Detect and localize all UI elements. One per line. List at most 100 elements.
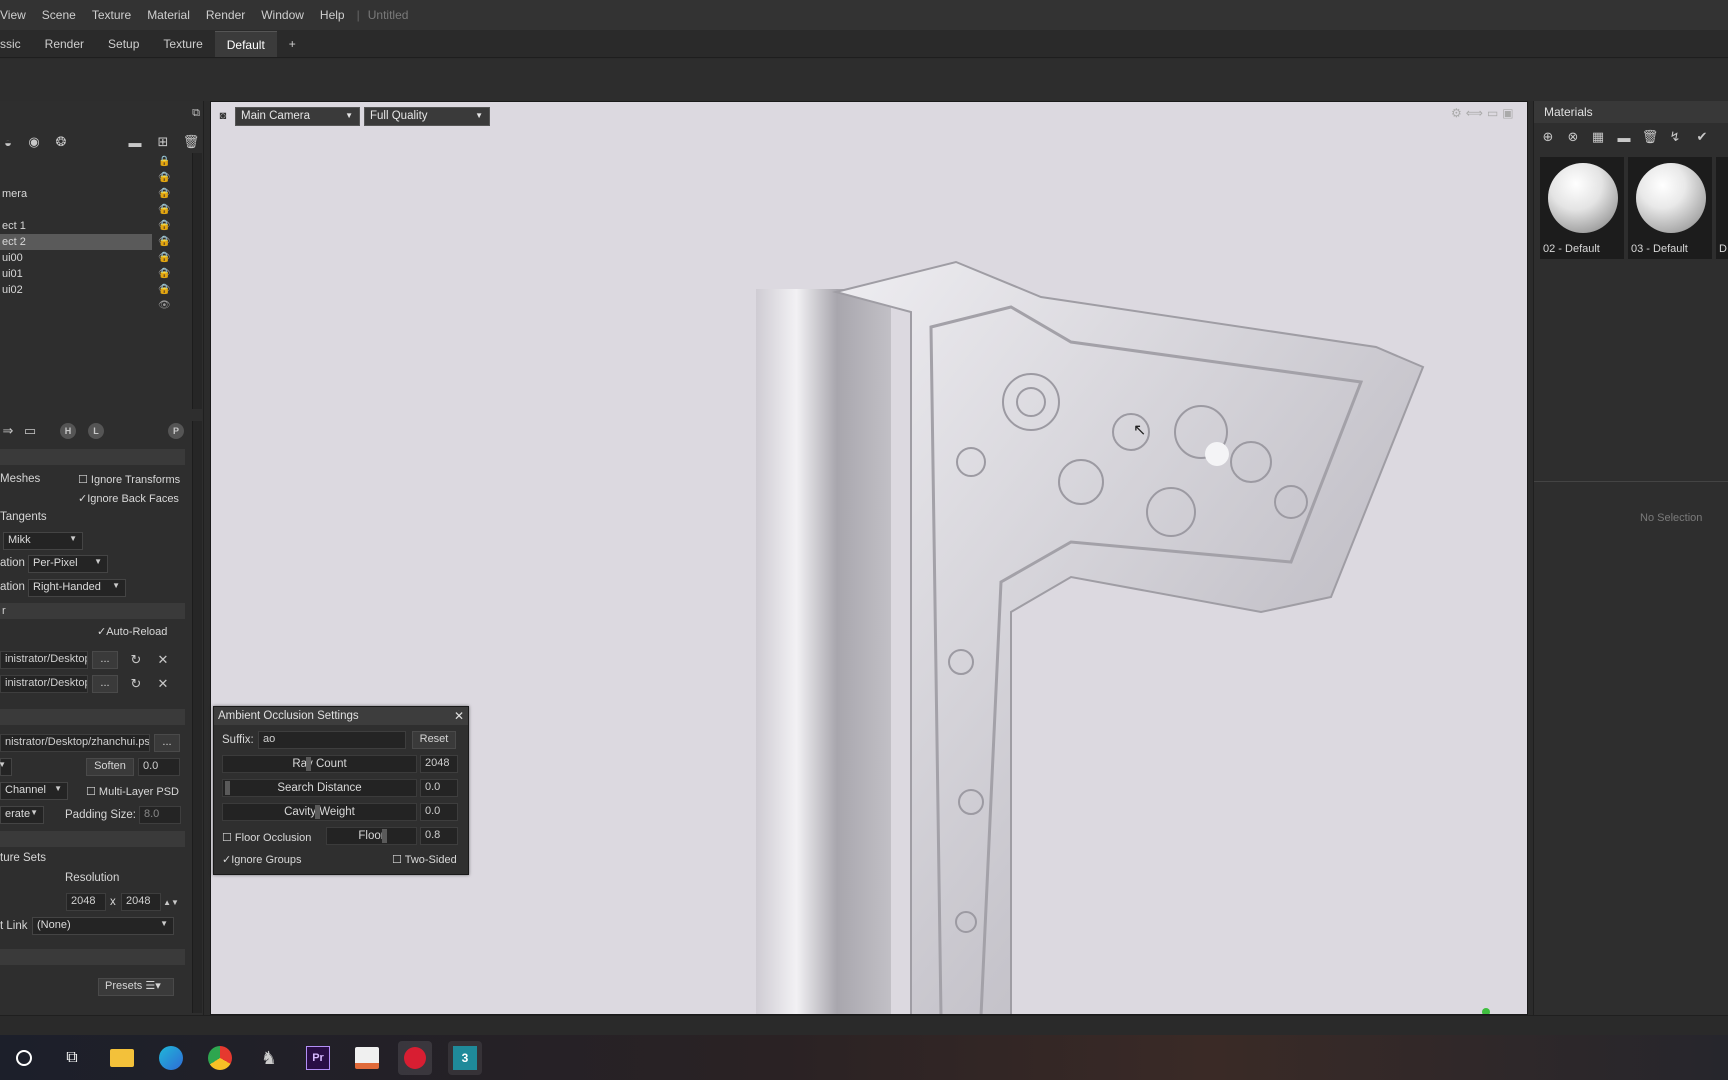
slider-knob[interactable]: [306, 757, 311, 771]
clear-icon[interactable]: ✕: [155, 652, 171, 668]
premiere-icon[interactable]: Pr: [301, 1041, 335, 1075]
edge-browser-icon[interactable]: [154, 1041, 188, 1075]
search-distance-field[interactable]: 0.0: [420, 779, 458, 797]
menu-view[interactable]: View: [0, 8, 34, 22]
menu-material[interactable]: Material: [139, 8, 198, 22]
folder-icon[interactable]: ▬: [1616, 129, 1632, 145]
clear-icon[interactable]: ✕: [155, 676, 171, 692]
ray-count-slider[interactable]: Ray Count: [222, 755, 417, 773]
tangent-space-dropdown[interactable]: Mikk ▼: [3, 532, 83, 550]
chrome-icon[interactable]: [203, 1041, 237, 1075]
floor-slider[interactable]: Floor: [326, 827, 417, 845]
multi-layer-psd-checkbox[interactable]: ☐ Multi-Layer PSD: [86, 785, 179, 798]
tab-texture[interactable]: Texture: [151, 31, 214, 57]
file-explorer-icon[interactable]: [105, 1041, 139, 1075]
auto-reload-checkbox[interactable]: ✓Auto-Reload: [97, 625, 167, 638]
soften-field[interactable]: 0.0: [138, 758, 180, 776]
add-object-icon[interactable]: ⊞: [155, 134, 171, 150]
3ds-max-icon[interactable]: 3: [448, 1041, 482, 1075]
mesh-path-field-2[interactable]: inistrator/Desktop: [0, 675, 88, 693]
trash-icon[interactable]: 🗑: [183, 134, 200, 150]
task-view-icon[interactable]: ⧉: [55, 1041, 89, 1075]
3d-viewport[interactable]: ◙ Main Camera ▼ Full Quality ▼ ⚙⟺▭▣ ↖: [210, 101, 1528, 1015]
menu-render[interactable]: Render: [198, 8, 253, 22]
tab-setup[interactable]: Setup: [96, 31, 151, 57]
padding-size-field[interactable]: 8.0: [139, 806, 181, 824]
menu-texture[interactable]: Texture: [84, 8, 139, 22]
list-item[interactable]: 🔒👁: [0, 154, 190, 183]
ignore-transforms-checkbox[interactable]: ☐ Ignore Transforms: [78, 473, 180, 486]
channel-dropdown[interactable]: Channel ▼: [0, 782, 68, 800]
output-path-field[interactable]: nistrator/Desktop/zhanchui.ps: [0, 734, 150, 752]
reload-icon[interactable]: ↻: [128, 676, 144, 692]
output-browse-button[interactable]: ...: [154, 734, 180, 752]
ray-count-field[interactable]: 2048: [420, 755, 458, 773]
ignore-groups-checkbox[interactable]: ✓Ignore Groups: [222, 853, 302, 866]
add-material-icon[interactable]: ⊕: [1540, 129, 1556, 145]
resolution-height-field[interactable]: 2048: [121, 893, 161, 911]
orientation-dropdown-1[interactable]: Per-Pixel ▼: [28, 555, 108, 573]
duplicate-icon[interactable]: ⊗: [1565, 129, 1581, 145]
orientation-dropdown-2[interactable]: Right-Handed ▼: [28, 579, 126, 597]
tab-classic[interactable]: ssic: [0, 31, 33, 57]
paint-icon[interactable]: [350, 1041, 384, 1075]
material-thumbnail[interactable]: 03 - Default: [1628, 157, 1712, 259]
list-item[interactable]: 🔒👁: [0, 170, 190, 199]
bake-group-icon[interactable]: ◉: [26, 134, 42, 150]
lock-eye-icon[interactable]: 🔒👁: [158, 282, 190, 314]
apply-icon[interactable]: ✔: [1694, 129, 1710, 145]
checker-icon[interactable]: ▦: [1590, 129, 1606, 145]
list-item[interactable]: ect 1 🔒👁: [0, 218, 190, 247]
menu-scene[interactable]: Scene: [34, 8, 84, 22]
slider-knob[interactable]: [382, 829, 387, 843]
bits-dropdown[interactable]: ▼: [0, 758, 12, 776]
menu-window[interactable]: Window: [253, 8, 312, 22]
app-avatar-icon[interactable]: ♞: [252, 1041, 286, 1075]
two-sided-checkbox[interactable]: ☐ Two-Sided: [392, 853, 457, 866]
list-item[interactable]: ui00 🔒👁: [0, 250, 190, 279]
bake-icon[interactable]: ⇒: [0, 423, 16, 439]
mesh-path-field-1[interactable]: inistrator/Desktop: [0, 651, 88, 669]
pin-button[interactable]: P: [168, 423, 184, 439]
resolution-stepper[interactable]: ▲▼: [163, 894, 179, 910]
material-thumbnail[interactable]: 02 - Default: [1540, 157, 1624, 259]
start-icon[interactable]: [7, 1041, 41, 1075]
reset-button[interactable]: Reset: [412, 731, 456, 749]
presets-button[interactable]: Presets ☰▾: [98, 978, 174, 996]
popout-icon[interactable]: ⧉: [188, 105, 204, 121]
scene-list-scrollbar[interactable]: [192, 153, 202, 409]
floor-occlusion-checkbox[interactable]: ☐ Floor Occlusion: [222, 831, 311, 844]
list-item-selected[interactable]: ect 2 🔒👁: [0, 234, 171, 263]
bake-output-icon[interactable]: ▭: [22, 423, 38, 439]
high-button[interactable]: H: [60, 423, 76, 439]
browse-button-1[interactable]: ...: [92, 651, 118, 669]
add-tab-button[interactable]: +: [277, 31, 308, 57]
list-item[interactable]: ui02 🔒👁: [0, 282, 190, 311]
format-dropdown[interactable]: erate ▼: [0, 806, 44, 824]
floor-field[interactable]: 0.8: [420, 827, 458, 845]
tab-default[interactable]: Default: [214, 31, 277, 57]
material-icon[interactable]: ❂: [53, 134, 69, 150]
mesh-icon[interactable]: ◒: [0, 134, 16, 150]
list-item[interactable]: ui01 🔒👁: [0, 266, 190, 295]
toolbag-icon[interactable]: [398, 1041, 432, 1075]
browse-button-2[interactable]: ...: [92, 675, 118, 693]
assign-icon[interactable]: ↯: [1667, 129, 1683, 145]
resolution-width-field[interactable]: 2048: [66, 893, 106, 911]
slider-knob[interactable]: [225, 781, 230, 795]
reload-icon[interactable]: ↻: [128, 652, 144, 668]
material-thumbnail[interactable]: D: [1716, 157, 1728, 259]
ignore-back-faces-checkbox[interactable]: ✓Ignore Back Faces: [78, 492, 179, 505]
cavity-weight-field[interactable]: 0.0: [420, 803, 458, 821]
close-icon[interactable]: ✕: [454, 707, 464, 725]
search-distance-slider[interactable]: Search Distance: [222, 779, 417, 797]
suffix-field[interactable]: ao: [258, 731, 406, 749]
menu-help[interactable]: Help: [312, 8, 353, 22]
list-item[interactable]: 🔒👁: [0, 202, 190, 231]
low-button[interactable]: L: [88, 423, 104, 439]
list-item[interactable]: mera 🔒👁: [0, 186, 190, 215]
link-dropdown[interactable]: (None) ▼: [32, 917, 174, 935]
cavity-weight-slider[interactable]: Cavity Weight: [222, 803, 417, 821]
folder-icon[interactable]: ▬: [127, 134, 143, 150]
bake-scrollbar[interactable]: [192, 421, 202, 1013]
